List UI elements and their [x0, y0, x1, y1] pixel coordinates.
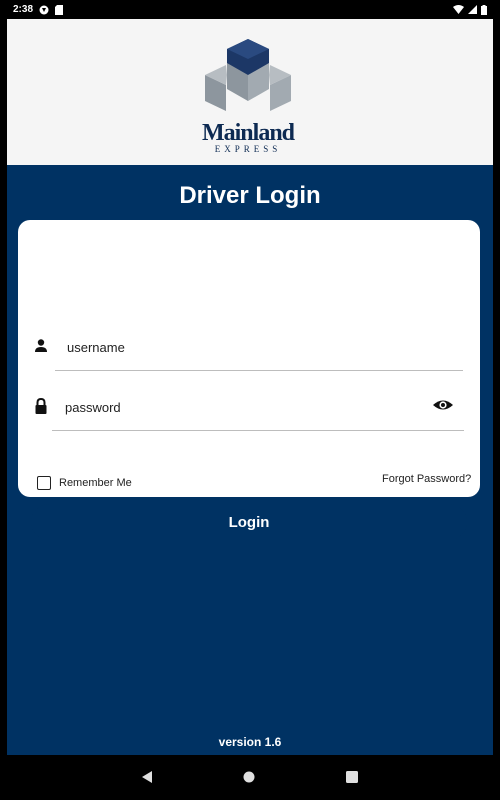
username-field [32, 327, 472, 371]
logo-wordmark: Mainland [201, 120, 295, 146]
login-button[interactable]: Login [31, 504, 467, 540]
password-input[interactable] [65, 393, 405, 421]
wifi-icon [453, 5, 464, 14]
remember-me-option[interactable]: Remember Me [37, 476, 132, 490]
password-field [32, 387, 472, 431]
remember-me-label: Remember Me [59, 477, 132, 489]
version-label: version 1.6 [218, 735, 282, 749]
sd-card-icon [55, 4, 64, 15]
status-time: 2:38 [13, 4, 34, 15]
username-input[interactable] [67, 333, 447, 361]
notification-icon [39, 5, 49, 15]
system-nav-bar [7, 755, 493, 800]
battery-icon [481, 4, 487, 15]
login-card: Remember Me Forgot Password? Login [18, 220, 480, 540]
remember-me-checkbox[interactable] [37, 476, 51, 490]
logo-subtitle: EXPRESS [214, 144, 282, 154]
cellular-icon [468, 5, 477, 14]
forgot-password-link[interactable]: Forgot Password? [382, 473, 471, 485]
lock-icon [32, 397, 50, 415]
logo-cubes-icon [205, 39, 291, 111]
toggle-password-visibility-button[interactable] [432, 396, 454, 414]
status-bar: 2:38 [7, 0, 493, 19]
password-underline [52, 430, 464, 431]
app-header: Mainland EXPRESS [7, 19, 493, 165]
back-icon[interactable] [138, 767, 158, 787]
person-icon [32, 337, 50, 355]
username-underline [55, 370, 463, 371]
page-title: Driver Login [179, 182, 321, 209]
main-content: Driver Login Rem [7, 165, 493, 755]
app-window: 2:38 Mainland EXPRESS Driver Login usern… [7, 0, 493, 800]
brand-logo: Mainland EXPRESS [193, 39, 303, 154]
recents-icon[interactable] [342, 767, 362, 787]
eye-icon [433, 400, 453, 410]
home-icon[interactable] [239, 767, 259, 787]
